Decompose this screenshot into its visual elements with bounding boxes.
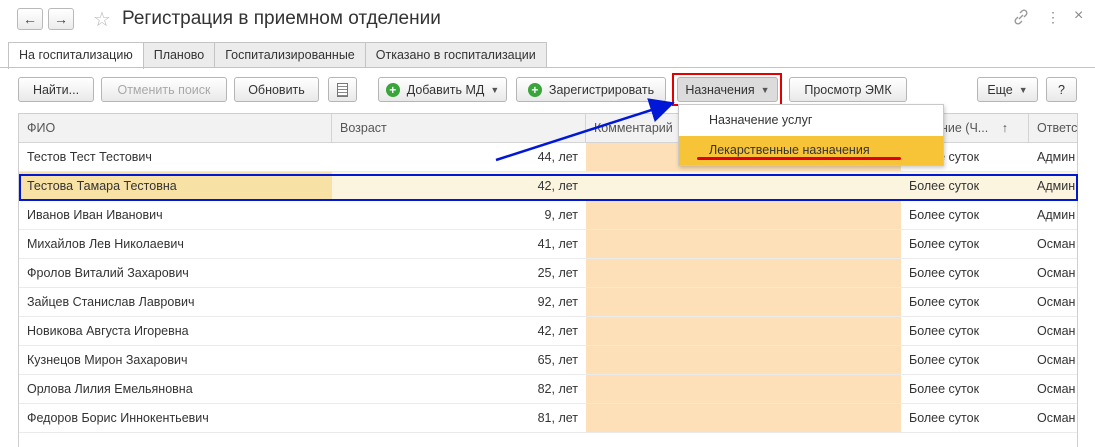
- table-row[interactable]: Орлова Лилия Емельяновна 82, лет Более сут…: [19, 375, 1077, 404]
- more-button[interactable]: Еще ▼: [977, 77, 1038, 102]
- cell-responsible: Осман: [1037, 324, 1076, 338]
- plus-circle-icon: +: [527, 82, 542, 97]
- cell-name: Михайлов Лев Николаевич: [27, 237, 184, 251]
- cell-comment: [586, 404, 901, 432]
- menu-item-medication-assignments[interactable]: Лекарственные назначения: [679, 136, 943, 165]
- title-bar: ← → ☆ Регистрация в приемном отделении ⋮…: [0, 0, 1095, 38]
- cell-comment: [586, 346, 901, 374]
- cancel-search-button[interactable]: Отменить поиск: [101, 77, 227, 102]
- cell-stay: Более суток: [909, 208, 980, 222]
- cell-responsible: Админ: [1037, 150, 1076, 164]
- tab-hospitalization[interactable]: На госпитализацию: [8, 42, 144, 69]
- close-icon[interactable]: ×: [1074, 7, 1083, 25]
- tab-refused[interactable]: Отказано в госпитализации: [364, 42, 547, 68]
- link-icon[interactable]: [1013, 9, 1029, 28]
- table-row[interactable]: Федоров Борис Иннокентьевич 81, лет Более …: [19, 404, 1077, 433]
- cell-comment: [586, 259, 901, 287]
- caret-down-icon: ▼: [1018, 84, 1028, 95]
- cell-stay: Более суток: [909, 266, 980, 280]
- cell-age: 82, лет: [537, 382, 578, 396]
- cell-name: Зайцев Станислав Лаврович: [27, 295, 195, 309]
- back-button[interactable]: ←: [17, 8, 43, 30]
- find-button[interactable]: Найти...: [18, 77, 94, 102]
- cell-age: 81, лет: [537, 411, 578, 425]
- report-button[interactable]: [328, 77, 357, 102]
- cell-responsible: Осман: [1037, 266, 1076, 280]
- menu-item-service-assignments[interactable]: Назначение услуг: [679, 106, 943, 135]
- tab-planned[interactable]: Планово: [142, 42, 216, 68]
- add-md-button[interactable]: + Добавить МД ▼: [378, 77, 507, 102]
- column-header-stay-label: ние (Ч...: [941, 121, 989, 135]
- tab-bar: На госпитализацию Планово Госпитализиров…: [8, 42, 547, 69]
- medication-underline-mark: [697, 157, 901, 160]
- register-button[interactable]: + Зарегистрировать: [516, 77, 666, 102]
- cell-responsible: Админ: [1037, 208, 1076, 222]
- tab-divider: [0, 67, 1095, 68]
- cell-comment: [586, 201, 901, 229]
- cell-responsible: Осман: [1037, 295, 1076, 309]
- cell-stay: Более суток: [909, 295, 980, 309]
- arrow-left-icon: ←: [23, 11, 37, 27]
- table-row[interactable]: Новикова Августа Игоревна 42, лет Более су…: [19, 317, 1077, 346]
- cell-responsible: Осман: [1037, 237, 1076, 251]
- table-row[interactable]: Иванов Иван Иванович 9, лет Более суток Адм…: [19, 201, 1077, 230]
- cell-name: Кузнецов Мирон Захарович: [27, 353, 188, 367]
- cell-age: 41, лет: [537, 237, 578, 251]
- table-row[interactable]: Кузнецов Мирон Захарович 65, лет Более сут…: [19, 346, 1077, 375]
- cell-age: 42, лет: [537, 324, 578, 338]
- cell-comment: [586, 288, 901, 316]
- cell-name: Орлова Лилия Емельяновна: [27, 382, 193, 396]
- cell-name: Иванов Иван Иванович: [27, 208, 163, 222]
- cell-stay: Более суток: [909, 353, 980, 367]
- cell-stay: Более суток: [909, 237, 980, 251]
- arrow-right-icon: →: [54, 11, 68, 27]
- view-emk-button[interactable]: Просмотр ЭМК: [789, 77, 907, 102]
- refresh-button[interactable]: Обновить: [234, 77, 319, 102]
- add-md-label: Добавить МД: [406, 82, 485, 97]
- cell-age: 44, лет: [537, 150, 578, 164]
- table-row[interactable]: Зайцев Станислав Лаврович 92, лет Более су…: [19, 288, 1077, 317]
- cell-age: 65, лет: [537, 353, 578, 367]
- cell-comment: [586, 230, 901, 258]
- cell-responsible: Осман: [1037, 411, 1076, 425]
- table-row[interactable]: Фролов Виталий Захарович 25, лет Более сут…: [19, 259, 1077, 288]
- tab-hospitalized[interactable]: Госпитализированные: [214, 42, 366, 68]
- cell-name: Тестов Тест Тестович: [27, 150, 152, 164]
- selected-row-frame: [19, 174, 1078, 201]
- register-label: Зарегистрировать: [548, 82, 655, 97]
- help-button[interactable]: ?: [1046, 77, 1077, 102]
- cell-stay: Более суток: [909, 382, 980, 396]
- cell-responsible: Осман: [1037, 382, 1076, 396]
- cell-stay: Более суток: [909, 324, 980, 338]
- forward-button[interactable]: →: [48, 8, 74, 30]
- caret-down-icon: ▼: [490, 84, 500, 95]
- star-icon[interactable]: ☆: [93, 7, 111, 32]
- column-header-responsible[interactable]: Ответс: [1029, 114, 1077, 143]
- cell-responsible: Осман: [1037, 353, 1076, 367]
- cell-stay: Более суток: [909, 411, 980, 425]
- cell-comment: [586, 317, 901, 345]
- cell-name: Новикова Августа Игоревна: [27, 324, 189, 338]
- cell-age: 9, лет: [544, 208, 578, 222]
- more-label: Еще: [987, 82, 1013, 97]
- sort-ascending-icon: ↑: [1001, 121, 1008, 135]
- document-list-icon: [337, 82, 348, 97]
- page-title: Регистрация в приемном отделении: [122, 8, 441, 29]
- plus-circle-icon: +: [385, 82, 400, 97]
- column-header-age[interactable]: Возраст: [332, 114, 586, 143]
- cell-name: Федоров Борис Иннокентьевич: [27, 411, 209, 425]
- assignments-highlight-frame: [672, 73, 782, 106]
- cell-comment: [586, 375, 901, 403]
- cell-age: 92, лет: [537, 295, 578, 309]
- column-header-name[interactable]: ФИО: [19, 114, 332, 143]
- cell-age: 25, лет: [537, 266, 578, 280]
- cell-name: Фролов Виталий Захарович: [27, 266, 189, 280]
- more-vertical-icon[interactable]: ⋮: [1046, 9, 1060, 26]
- table-row[interactable]: Михайлов Лев Николаевич 41, лет Более суто…: [19, 230, 1077, 259]
